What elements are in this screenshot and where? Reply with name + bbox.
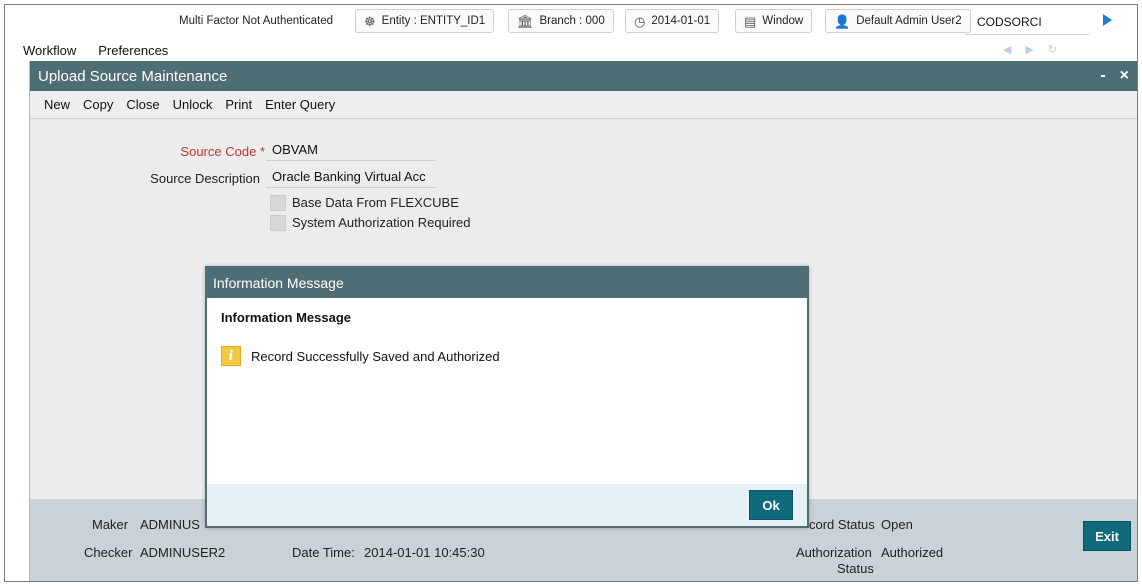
source-description-label: Source Description	[150, 171, 260, 186]
top-status-bar: Multi Factor Not Authenticated ☸ Entity …	[5, 5, 1137, 39]
source-code-label: Source Code *	[180, 144, 265, 159]
branch-selector[interactable]: 🏛 Branch : 000	[508, 9, 614, 33]
auth-status-label: Authorization	[796, 545, 872, 560]
datetime-label: Date Time:	[292, 545, 355, 560]
branch-label: Branch : 000	[539, 15, 605, 27]
prev-icon[interactable]: ◀	[1003, 43, 1011, 56]
dialog-body: Information Message i Record Successfull…	[207, 298, 807, 484]
source-code-label-text: Source Code	[180, 144, 257, 159]
system-auth-label: System Authorization Required	[292, 215, 471, 230]
print-button[interactable]: Print	[225, 97, 252, 112]
base-data-label: Base Data From FLEXCUBE	[292, 195, 459, 210]
play-icon[interactable]	[1103, 14, 1112, 26]
entity-selector[interactable]: ☸ Entity : ENTITY_ID1	[355, 9, 495, 33]
dialog-title: Information Message	[207, 268, 807, 298]
user-label: Default Admin User2	[856, 15, 962, 27]
menu-nav: ◀ ▶ ↻	[1003, 43, 1057, 56]
source-description-field[interactable]: Oracle Banking Virtual Acc	[266, 166, 436, 188]
ok-button[interactable]: Ok	[749, 490, 793, 520]
checker-label: Checker	[84, 545, 133, 560]
close-icon[interactable]: ×	[1120, 67, 1129, 85]
date-selector[interactable]: ◷ 2014-01-01	[625, 9, 720, 33]
window-title: Upload Source Maintenance	[38, 67, 228, 85]
record-status-value: Open	[881, 517, 913, 532]
next-icon[interactable]: ▶	[1025, 43, 1033, 56]
window-icon: ▤	[744, 13, 757, 29]
info-icon: i	[221, 346, 241, 366]
minimize-icon[interactable]: -	[1100, 67, 1105, 85]
window-toolbar: New Copy Close Unlock Print Enter Query	[30, 91, 1137, 119]
menu-workflow[interactable]: Workflow	[23, 43, 76, 58]
user-code-field[interactable]: CODSORCI	[965, 9, 1089, 35]
user-menu[interactable]: 👤 Default Admin User2	[825, 9, 971, 33]
enter-query-button[interactable]: Enter Query	[265, 97, 335, 112]
globe-icon: ☸	[364, 13, 376, 29]
window-menu[interactable]: ▤ Window	[735, 9, 813, 33]
auth-status-label-2: Status	[837, 561, 874, 576]
dialog-message: Record Successfully Saved and Authorized	[251, 349, 500, 364]
checker-value: ADMINUSER2	[140, 545, 226, 560]
window-label: Window	[762, 15, 804, 27]
menu-preferences[interactable]: Preferences	[98, 43, 168, 58]
copy-button[interactable]: Copy	[83, 97, 113, 112]
maker-label: Maker	[92, 517, 129, 532]
required-mark: *	[259, 144, 265, 159]
menu-bar: Workflow Preferences ◀ ▶ ↻	[5, 39, 1137, 61]
exit-button[interactable]: Exit	[1083, 521, 1131, 551]
information-dialog: Information Message Information Message …	[205, 266, 809, 528]
datetime-value: 2014-01-01 10:45:30	[364, 545, 485, 560]
user-icon: 👤	[834, 13, 851, 29]
new-button[interactable]: New	[44, 97, 70, 112]
maker-value: ADMINUS	[140, 517, 200, 532]
auth-status-value: Authorized	[881, 545, 944, 560]
refresh-icon[interactable]: ↻	[1048, 43, 1057, 56]
close-button[interactable]: Close	[126, 97, 159, 112]
source-code-field[interactable]: OBVAM	[266, 139, 436, 161]
window-title-bar: Upload Source Maintenance - ×	[30, 61, 1137, 91]
app-frame: Multi Factor Not Authenticated ☸ Entity …	[4, 4, 1138, 582]
date-label: 2014-01-01	[651, 15, 711, 27]
bank-icon: 🏛	[517, 13, 534, 29]
record-status-label: cord Status	[809, 517, 875, 532]
dialog-footer: Ok	[207, 484, 807, 526]
system-auth-checkbox[interactable]	[270, 215, 286, 231]
unlock-button[interactable]: Unlock	[173, 97, 213, 112]
auth-status: Multi Factor Not Authenticated	[179, 15, 334, 27]
base-data-checkbox[interactable]	[270, 195, 286, 211]
entity-label: Entity : ENTITY_ID1	[381, 15, 486, 27]
dialog-heading: Information Message	[221, 310, 352, 325]
clock-icon: ◷	[634, 13, 646, 29]
